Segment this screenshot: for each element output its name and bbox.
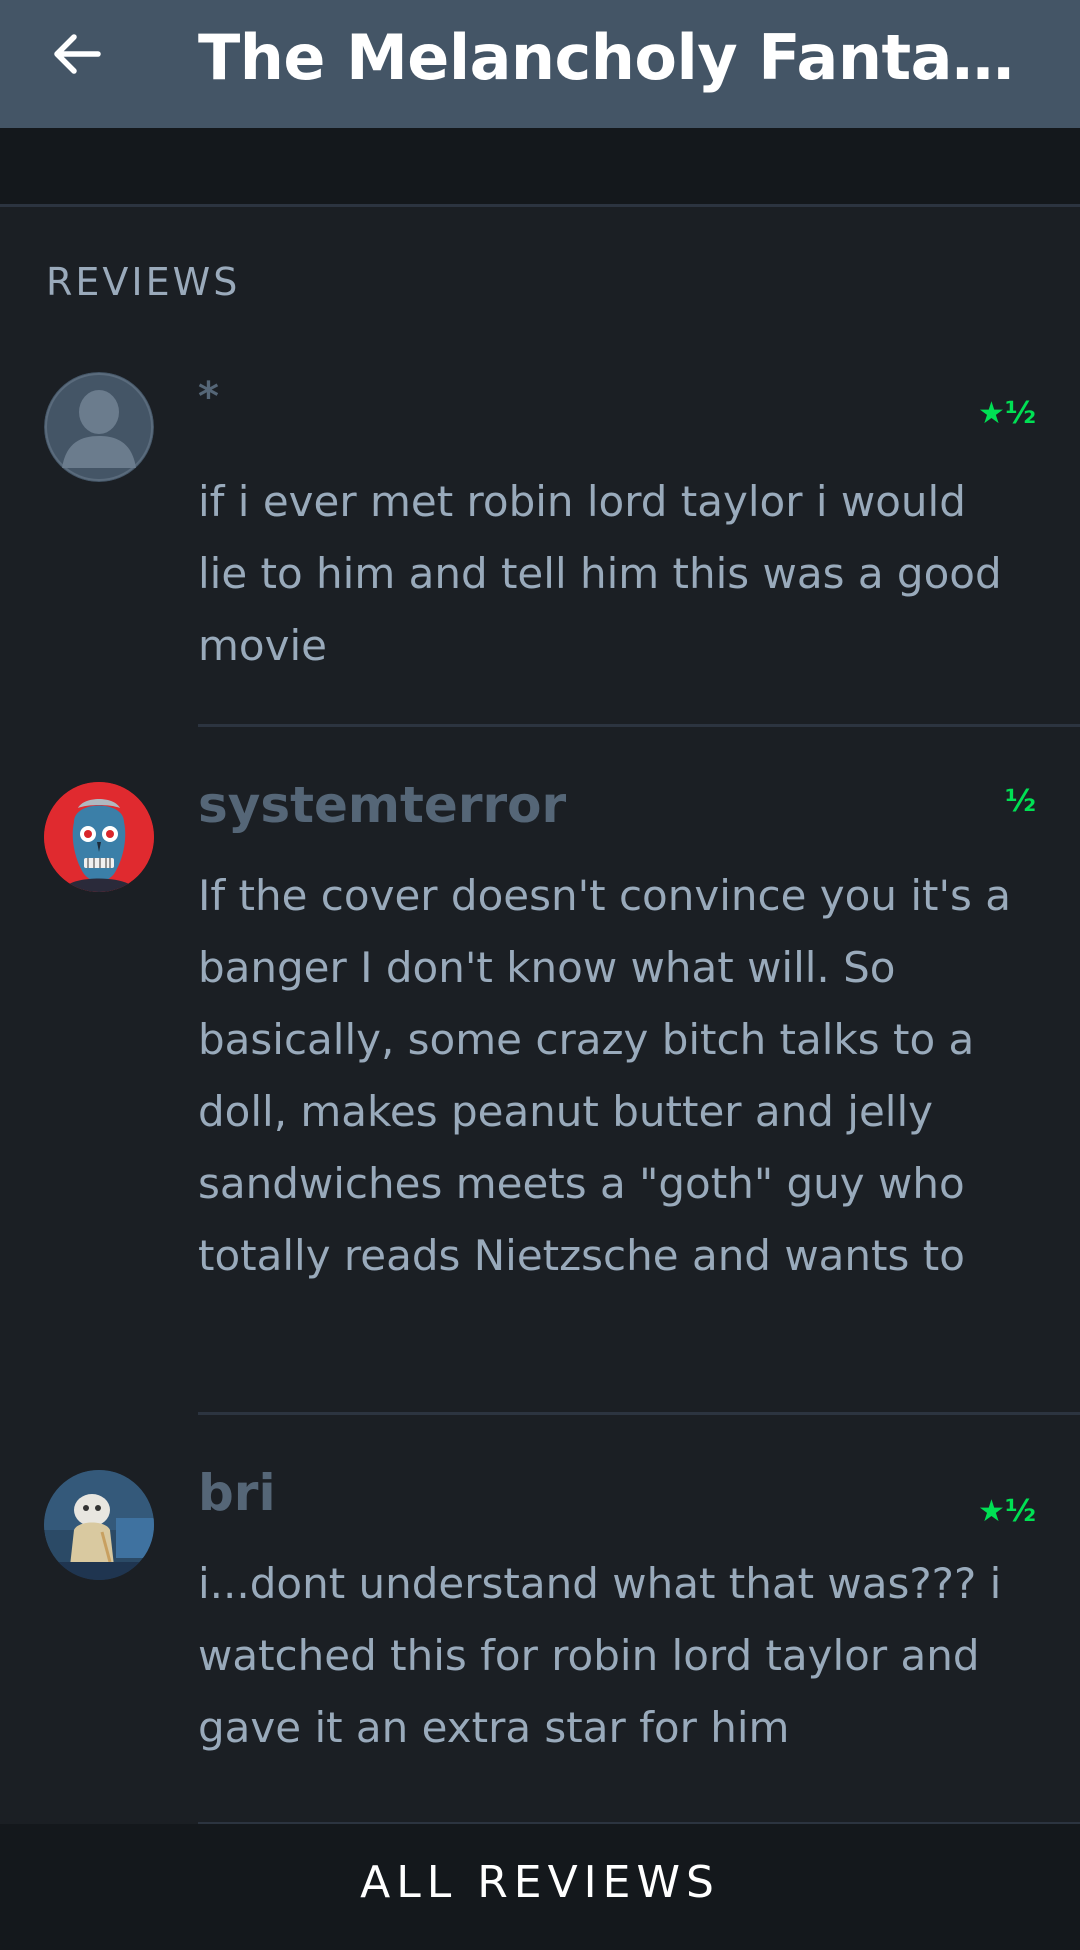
all-reviews-button[interactable]: ALL REVIEWS [0, 1824, 1080, 1942]
reviewer-name[interactable]: * [198, 374, 219, 420]
review-text: If the cover doesn't convince you it's a… [198, 871, 1011, 1280]
arrow-left-icon [54, 34, 101, 74]
divider [198, 724, 1080, 727]
skull-face-icon [44, 782, 154, 892]
reviewer-name[interactable]: bri [198, 1464, 276, 1522]
divider [198, 1412, 1080, 1415]
review-item[interactable]: systemterror ½ If the cover doesn't conv… [0, 776, 1080, 1462]
photo-avatar[interactable] [44, 1470, 154, 1580]
rating-stars: ★½ [978, 396, 1036, 431]
top-strip [0, 128, 1080, 204]
default-person-avatar[interactable] [44, 372, 154, 482]
review-text: if i ever met robin lord taylor i would … [198, 477, 1002, 670]
rating-stars: ★½ [978, 1494, 1036, 1529]
section-title-reviews: REVIEWS [46, 260, 241, 304]
person-icon [44, 372, 154, 482]
divider [0, 204, 1080, 207]
skull-face-avatar[interactable] [44, 782, 154, 892]
photo-icon [44, 1470, 154, 1580]
review-text: i...dont understand what that was??? i w… [198, 1559, 1002, 1752]
reviewer-name[interactable]: systemterror [198, 776, 566, 834]
rating-stars: ½ [1004, 784, 1036, 819]
back-button[interactable] [40, 18, 112, 90]
reviews-panel: REVIEWS * ★½ if i ever met robin lord ta… [0, 128, 1080, 1942]
app-bar: The Melancholy Fantas... [0, 0, 1080, 128]
page-title: The Melancholy Fantas... [198, 21, 1038, 94]
